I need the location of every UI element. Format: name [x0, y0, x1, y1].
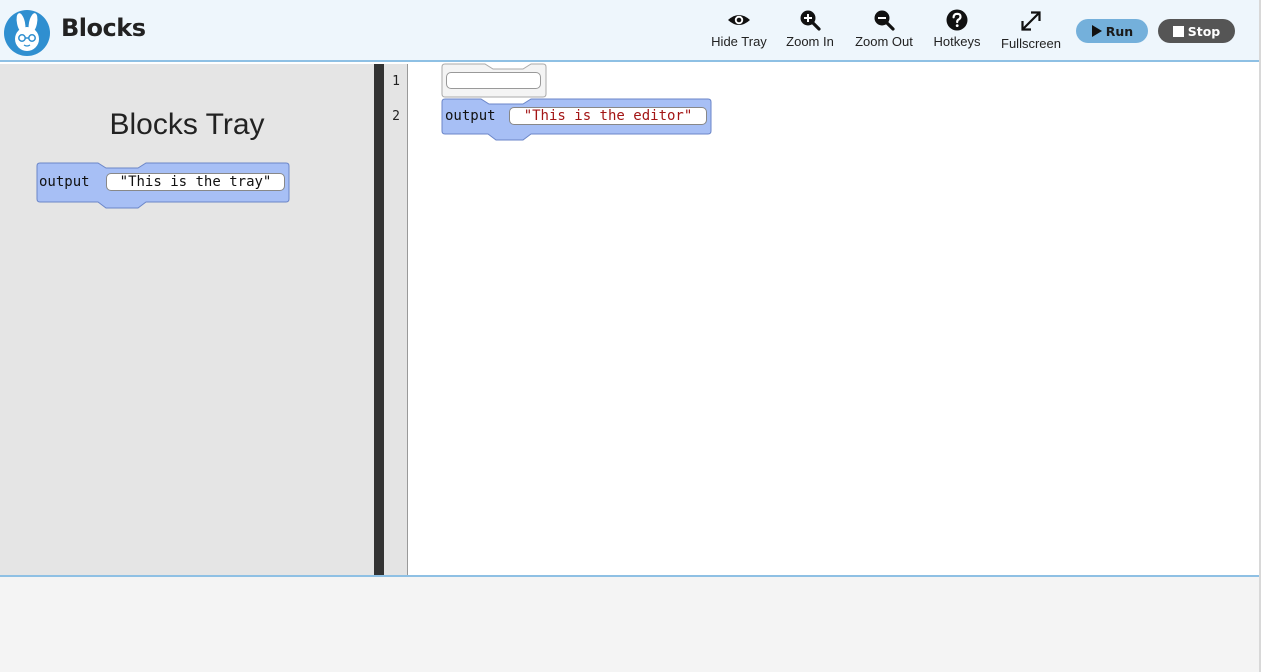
expand-arrows-icon [1019, 8, 1043, 34]
zoom-in-label: Zoom In [786, 34, 834, 49]
editor-block-keyword: output [445, 108, 496, 124]
bunny-logo-icon [4, 10, 50, 56]
hotkeys-button[interactable]: Hotkeys [930, 8, 984, 54]
zoom-out-label: Zoom Out [855, 34, 913, 49]
tray-splitter[interactable] [374, 64, 384, 575]
tray-block-keyword: output [39, 174, 90, 190]
zoom-in-button[interactable]: Zoom In [782, 8, 838, 54]
blocks-tray: Blocks Tray output "This is the tray" [0, 64, 374, 575]
play-icon [1091, 25, 1102, 37]
zoom-out-icon [872, 8, 896, 32]
empty-placeholder-block[interactable] [441, 63, 547, 99]
code-editor[interactable]: output "This is the editor" [408, 63, 1259, 575]
hide-tray-button[interactable]: Hide Tray [708, 8, 770, 54]
top-toolbar: Blocks Hide Tray Zoom In Zoom Out Hotkey… [0, 0, 1261, 62]
stop-label: Stop [1187, 23, 1221, 39]
stop-button[interactable]: Stop [1158, 19, 1235, 43]
zoom-in-icon [798, 8, 822, 32]
hide-tray-label: Hide Tray [711, 34, 767, 49]
line-number: 1 [392, 74, 400, 89]
tray-title: Blocks Tray [109, 108, 265, 141]
blocks-app: Blocks Hide Tray Zoom In Zoom Out Hotkey… [0, 0, 1261, 672]
line-number-gutter: 1 2 [384, 64, 408, 575]
app-title: Blocks [61, 14, 146, 42]
run-button[interactable]: Run [1076, 19, 1148, 43]
hotkeys-label: Hotkeys [933, 34, 981, 49]
tray-block-string[interactable]: "This is the tray" [106, 173, 285, 191]
fullscreen-label: Fullscreen [1001, 36, 1061, 51]
output-console[interactable] [0, 577, 1259, 672]
empty-block-hole[interactable] [446, 72, 541, 89]
question-circle-icon [945, 8, 969, 32]
editor-output-block[interactable]: output "This is the editor" [441, 98, 712, 142]
fullscreen-button[interactable]: Fullscreen [998, 8, 1064, 54]
eye-icon [727, 8, 751, 32]
stop-square-icon [1172, 25, 1184, 37]
editor-block-string[interactable]: "This is the editor" [509, 107, 707, 125]
tray-output-block[interactable]: output "This is the tray" [36, 162, 290, 210]
zoom-out-button[interactable]: Zoom Out [852, 8, 916, 54]
run-label: Run [1105, 23, 1134, 39]
line-number: 2 [392, 109, 400, 124]
